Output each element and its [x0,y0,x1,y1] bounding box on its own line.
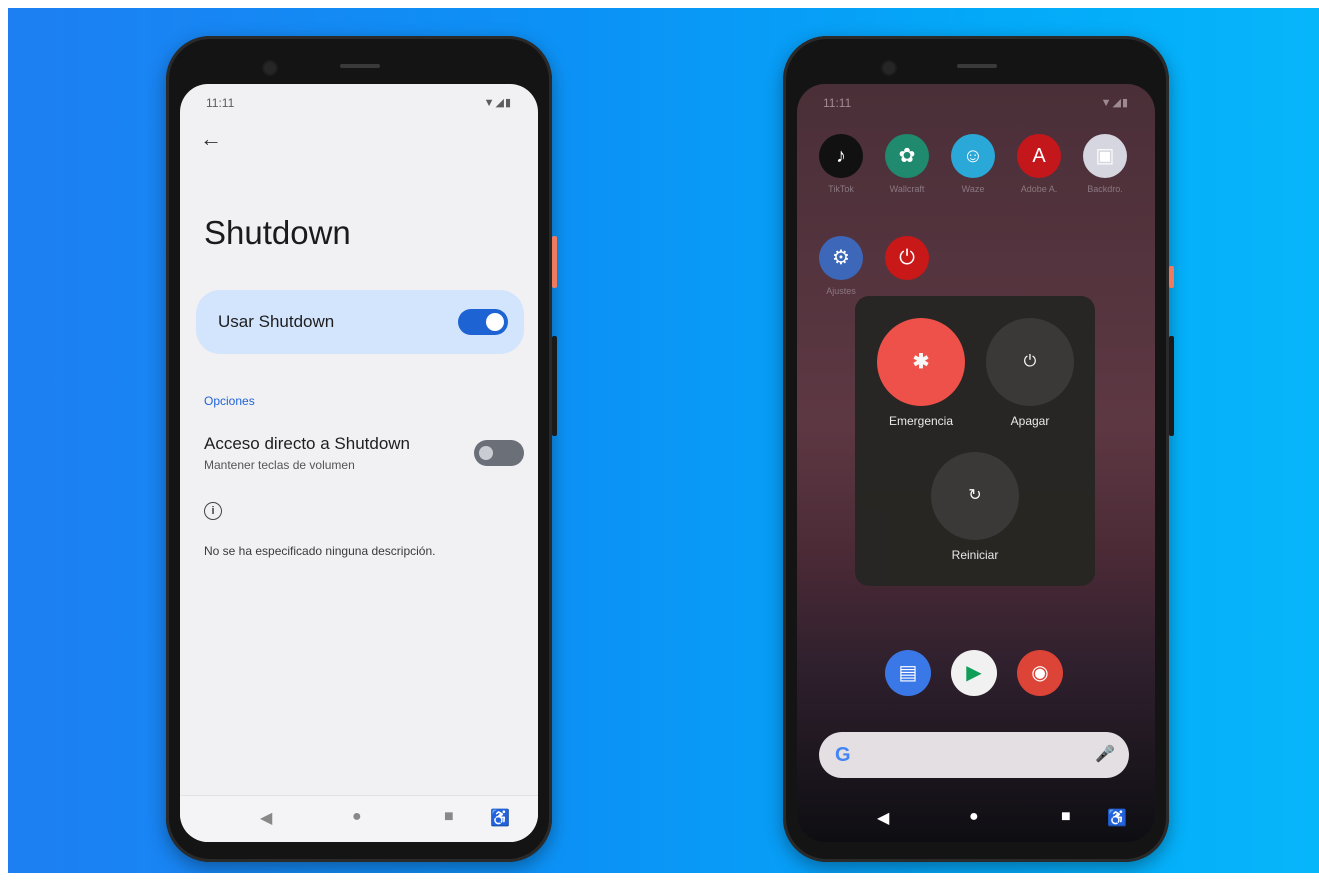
chrome-dock-icon[interactable]: ◉ [1017,650,1063,696]
waze-app-label: Waze [961,184,985,194]
waze-app-icon[interactable]: ☺ [951,134,995,178]
adobe-acrobat-app-label: Adobe A. [1020,184,1058,194]
power-key [552,336,557,436]
description-text: No se ha especificado ninguna descripció… [204,544,436,558]
microphone-icon[interactable]: 🎤 [1095,744,1115,764]
page-title: Shutdown [204,214,351,251]
restart-button[interactable]: ↻ [931,452,1019,540]
tiktok-app-icon[interactable]: ♪ [819,134,863,178]
restart-label: Reiniciar [951,548,999,562]
info-icon: i [204,502,222,520]
earpiece [957,64,997,68]
play-store-dock-icon[interactable]: ▶ [951,650,997,696]
home-icon[interactable]: ● [969,808,979,826]
adobe-acrobat-app-icon[interactable]: A [1017,134,1061,178]
restart-icon: ↻ [968,487,982,504]
left-phone: 11:11 ▼◢▮ ← Shutdown Usar Shutdown Opcio… [166,36,557,862]
status-icons: ▼◢▮ [483,97,512,109]
front-camera [264,62,276,74]
power-menu-dialog: ✱ Emergencia ⏻ Apagar ↻ Reiniciar [855,296,1095,586]
navigation-bar: ◀ ● ■ ♿ [180,795,538,842]
accessibility-icon[interactable]: ♿ [490,808,510,828]
accessibility-icon[interactable]: ♿ [1107,808,1127,828]
switch-knob [479,446,493,460]
shutdown-app-icon[interactable]: ⏻ [885,236,929,280]
messages-dock-icon[interactable]: ▤ [885,650,931,696]
use-shutdown-row[interactable]: Usar Shutdown [196,290,524,354]
asterisk-icon: ✱ [912,351,930,373]
google-logo-icon: G [835,744,851,766]
power-off-button[interactable]: ⏻ [986,318,1074,406]
status-bar: 11:11 ▼◢▮ [206,96,512,112]
section-header: Opciones [204,394,255,408]
tiktok-app-label: TikTok [828,184,854,194]
back-arrow-icon[interactable]: ← [200,126,222,152]
wallcraft-app-icon[interactable]: ✿ [885,134,929,178]
status-bar: 11:11 ▼◢▮ [823,96,1129,112]
wallcraft-app-label: Wallcraft [889,184,925,194]
recents-icon[interactable]: ■ [444,808,454,826]
power-off-label: Apagar [1010,414,1050,428]
clock: 11:11 [823,96,852,110]
shortcut-option-subtitle: Mantener teclas de volumen [204,458,355,472]
volume-rocker [1169,266,1174,288]
earpiece [340,64,380,68]
use-shutdown-label: Usar Shutdown [218,312,335,331]
right-phone: 11:11 ▼◢▮ ✱ Emergencia ⏻ Apagar ↻ Reinic… [783,36,1174,862]
shortcut-switch[interactable] [474,440,524,466]
settings-app-icon[interactable]: ⚙ [819,236,863,280]
settings-app-label: Ajustes [826,286,856,296]
volume-rocker [552,236,557,288]
background-stage: 11:11 ▼◢▮ ← Shutdown Usar Shutdown Opcio… [8,8,1319,873]
home-icon[interactable]: ● [352,808,362,826]
use-shutdown-switch[interactable] [458,309,508,335]
settings-screen: 11:11 ▼◢▮ ← Shutdown Usar Shutdown Opcio… [180,84,538,842]
clock: 11:11 [206,96,235,110]
back-icon[interactable]: ◀ [260,808,272,828]
home-screen: 11:11 ▼◢▮ ✱ Emergencia ⏻ Apagar ↻ Reinic… [797,84,1155,842]
google-search-bar[interactable]: G 🎤 [819,732,1129,778]
power-icon: ⏻ [1023,353,1037,370]
navigation-bar: ◀ ● ■ ♿ [797,796,1155,842]
back-icon[interactable]: ◀ [877,808,889,828]
status-icons: ▼◢▮ [1100,97,1129,109]
switch-knob [486,313,504,331]
backdrops-app-label: Backdro. [1087,184,1123,194]
emergency-button[interactable]: ✱ [877,318,965,406]
shortcut-option-title[interactable]: Acceso directo a Shutdown [204,434,410,454]
backdrops-app-icon[interactable]: ▣ [1083,134,1127,178]
power-key [1169,336,1174,436]
emergency-label: Emergencia [888,414,954,428]
recents-icon[interactable]: ■ [1061,808,1071,826]
front-camera [883,62,895,74]
